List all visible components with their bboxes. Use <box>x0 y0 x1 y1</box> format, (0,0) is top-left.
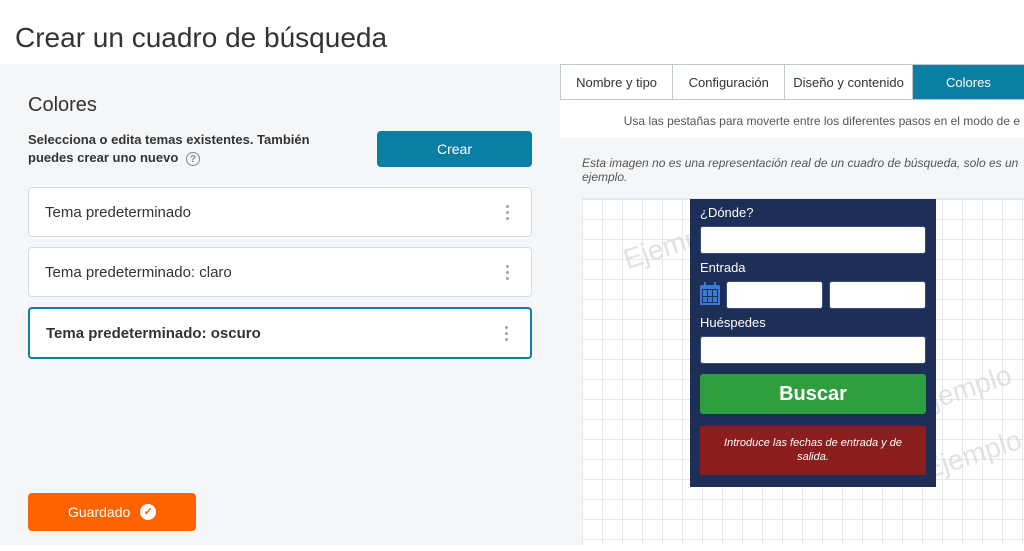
kebab-icon[interactable] <box>499 202 515 222</box>
theme-item-default[interactable]: Tema predeterminado <box>28 187 532 237</box>
kebab-icon[interactable] <box>498 323 514 343</box>
save-button-label: Guardado <box>68 504 130 520</box>
input-huespedes[interactable] <box>700 336 926 364</box>
preview-caption: Esta imagen no es una representación rea… <box>582 156 1024 184</box>
label-huespedes: Huéspedes <box>700 315 926 330</box>
right-panel: Nombre y tipo Configuración Diseño y con… <box>560 64 1024 545</box>
create-button[interactable]: Crear <box>377 131 532 167</box>
theme-item-label: Tema predeterminado: claro <box>45 264 232 281</box>
save-button[interactable]: Guardado ✓ <box>28 493 196 531</box>
tab-colores[interactable]: Colores <box>913 65 1024 99</box>
tabs: Nombre y tipo Configuración Diseño y con… <box>560 64 1024 100</box>
check-icon: ✓ <box>140 504 156 520</box>
instruction-text: Selecciona o edita temas existentes. Tam… <box>28 131 358 167</box>
tabs-hint: Usa las pestañas para moverte entre los … <box>560 100 1024 138</box>
example-search-box: ¿Dónde? Entrada Huéspedes Buscar <box>690 199 936 487</box>
left-panel: Colores Selecciona o edita temas existen… <box>0 64 560 545</box>
input-date-from[interactable] <box>726 281 823 309</box>
preview-panel: Esta imagen no es una representación rea… <box>560 138 1024 545</box>
input-date-to[interactable] <box>829 281 926 309</box>
search-button[interactable]: Buscar <box>700 374 926 414</box>
theme-item-light[interactable]: Tema predeterminado: claro <box>28 247 532 297</box>
theme-item-label: Tema predeterminado: oscuro <box>46 325 261 342</box>
tab-diseno-y-contenido[interactable]: Diseño y contenido <box>785 65 913 99</box>
calendar-icon <box>700 285 720 305</box>
theme-list: Tema predeterminado Tema predeterminado:… <box>28 187 532 359</box>
tab-configuracion[interactable]: Configuración <box>673 65 785 99</box>
theme-item-label: Tema predeterminado <box>45 204 191 221</box>
label-entrada: Entrada <box>700 260 926 275</box>
tab-nombre-y-tipo[interactable]: Nombre y tipo <box>561 65 673 99</box>
page-title: Crear un cuadro de búsqueda <box>0 0 1024 64</box>
help-icon[interactable]: ? <box>186 152 200 166</box>
error-banner: Introduce las fechas de entrada y de sal… <box>700 426 926 475</box>
kebab-icon[interactable] <box>499 262 515 282</box>
label-donde: ¿Dónde? <box>700 205 926 220</box>
input-donde[interactable] <box>700 226 926 254</box>
preview-grid: Ejemplo Ejemplo Ejemplo Ejemplo ¿Dónde? … <box>582 198 1024 545</box>
theme-item-dark[interactable]: Tema predeterminado: oscuro <box>28 307 532 359</box>
section-title-colores: Colores <box>28 94 532 117</box>
